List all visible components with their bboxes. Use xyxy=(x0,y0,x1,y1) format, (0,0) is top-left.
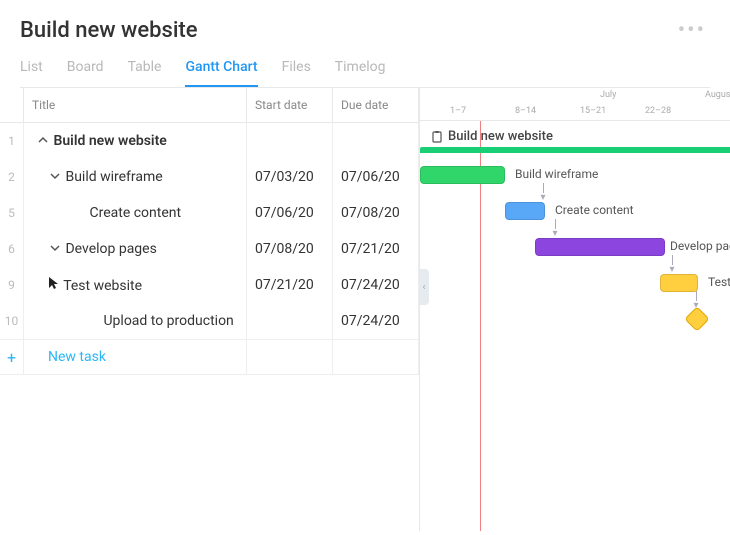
start-date-cell[interactable]: 07/03/20 xyxy=(247,159,333,195)
tab-gantt[interactable]: Gantt Chart xyxy=(185,59,257,87)
task-title: Upload to production xyxy=(100,313,234,329)
row-number: 2 xyxy=(0,159,24,195)
start-date-cell[interactable] xyxy=(247,303,333,339)
row-number: 1 xyxy=(0,123,24,159)
table-row[interactable]: 6 Develop pages 07/08/2007/21/20 xyxy=(0,231,419,267)
task-title: Build new website xyxy=(50,133,167,149)
month-july: July xyxy=(600,90,616,100)
week-3: 15–21 xyxy=(580,106,606,116)
row-number: 6 xyxy=(0,231,24,267)
task-title-cell[interactable]: Build new website xyxy=(24,123,247,159)
gantt-bar[interactable] xyxy=(505,202,545,220)
table-row[interactable]: 5 Create content 07/06/2007/08/20 xyxy=(0,195,419,231)
due-date-cell[interactable]: 07/24/20 xyxy=(333,267,419,303)
due-date-cell[interactable]: 07/24/20 xyxy=(333,303,419,339)
col-rownum xyxy=(0,88,24,122)
project-header[interactable]: Build new website xyxy=(430,125,553,147)
table-row[interactable]: 1 Build new website xyxy=(0,123,419,159)
tab-files[interactable]: Files xyxy=(282,59,311,87)
tab-table[interactable]: Table xyxy=(128,59,162,87)
timeline-header[interactable]: July August 1–7 8–14 15–21 22–28 xyxy=(420,88,730,121)
col-title[interactable]: Title xyxy=(24,88,247,122)
tab-list[interactable]: List xyxy=(20,59,43,87)
page-title: Build new website xyxy=(20,18,198,43)
task-title-cell[interactable]: Test website xyxy=(24,267,247,303)
week-4: 22–28 xyxy=(645,106,671,116)
gantt-bar[interactable] xyxy=(420,166,505,184)
row-number: 5 xyxy=(0,195,24,231)
week-2: 8–14 xyxy=(515,106,536,116)
cursor-icon xyxy=(48,276,60,294)
chevron-down-icon[interactable] xyxy=(48,243,62,253)
task-title-cell[interactable]: Create content xyxy=(24,195,247,231)
chevron-down-icon[interactable] xyxy=(48,171,62,181)
view-tabs: List Board Table Gantt Chart Files Timel… xyxy=(20,59,710,88)
due-date-cell[interactable] xyxy=(333,123,419,159)
new-task-row[interactable]: + New task xyxy=(0,339,419,375)
tab-board[interactable]: Board xyxy=(67,59,104,87)
gantt-bar[interactable] xyxy=(535,238,665,256)
task-title-cell[interactable]: Develop pages xyxy=(24,231,247,267)
start-date-cell[interactable]: 07/21/20 xyxy=(247,267,333,303)
gantt-bar-label: Test ... xyxy=(708,275,730,289)
start-date-cell[interactable] xyxy=(247,123,333,159)
milestone-diamond[interactable] xyxy=(684,306,709,331)
gantt-bar-label: Build wireframe xyxy=(515,167,598,181)
more-menu-icon[interactable]: ••• xyxy=(678,18,710,43)
week-1: 1–7 xyxy=(450,106,466,116)
start-date-cell[interactable]: 07/08/20 xyxy=(247,231,333,267)
task-title: Build wireframe xyxy=(62,169,163,185)
new-task-label[interactable]: New task xyxy=(24,340,247,374)
gantt-chart[interactable]: July August 1–7 8–14 15–21 22–28 ‹ Build… xyxy=(420,88,730,531)
due-date-cell[interactable]: 07/08/20 xyxy=(333,195,419,231)
task-title: Create content xyxy=(86,205,181,221)
col-start[interactable]: Start date xyxy=(247,88,333,122)
task-title: Test website xyxy=(60,278,142,294)
task-title: Develop pages xyxy=(62,241,157,257)
gantt-bar-label: Develop pages xyxy=(670,239,730,253)
project-span-bar[interactable] xyxy=(420,147,730,153)
gantt-bar-label: Create content xyxy=(555,203,634,217)
clipboard-icon xyxy=(430,129,444,143)
task-title-cell[interactable]: Build wireframe xyxy=(24,159,247,195)
table-row[interactable]: 9 Test website 07/21/2007/24/20 xyxy=(0,267,419,303)
chevron-up-icon[interactable] xyxy=(36,135,50,145)
table-row[interactable]: 10 Upload to production 07/24/20 xyxy=(0,303,419,339)
plus-icon[interactable]: + xyxy=(0,340,24,374)
month-august: August xyxy=(705,90,730,100)
start-date-cell[interactable]: 07/06/20 xyxy=(247,195,333,231)
due-date-cell[interactable]: 07/06/20 xyxy=(333,159,419,195)
row-number: 9 xyxy=(0,267,24,303)
due-date-cell[interactable]: 07/21/20 xyxy=(333,231,419,267)
col-due[interactable]: Due date xyxy=(333,88,419,122)
tab-timelog[interactable]: Timelog xyxy=(335,59,386,87)
gantt-bar[interactable] xyxy=(660,274,698,292)
row-number: 10 xyxy=(0,303,24,339)
task-table: Title Start date Due date 1 Build new we… xyxy=(0,88,420,531)
table-row[interactable]: 2 Build wireframe 07/03/2007/06/20 xyxy=(0,159,419,195)
task-title-cell[interactable]: Upload to production xyxy=(24,303,247,339)
project-name: Build new website xyxy=(448,129,553,144)
